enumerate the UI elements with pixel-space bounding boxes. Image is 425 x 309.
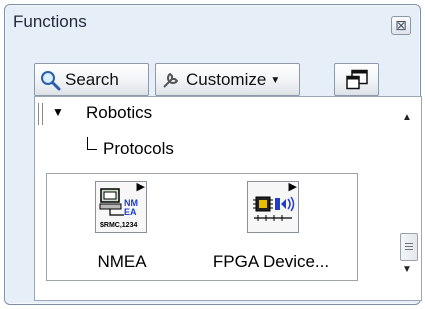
scroll-down-icon[interactable]: ▼	[402, 264, 412, 275]
vertical-scrollbar[interactable]: ▲ ▼	[399, 97, 421, 300]
close-icon: ⊠	[395, 17, 407, 33]
palette-item-label: FPGA Device...	[212, 252, 330, 271]
svg-text:EA: EA	[124, 207, 137, 217]
palette-toolbar: Search Customize ▼	[34, 63, 379, 96]
customize-button[interactable]: Customize ▼	[155, 63, 300, 96]
tree-branch-line	[87, 137, 97, 150]
grip-line	[405, 249, 413, 250]
restore-window-button[interactable]	[334, 63, 379, 96]
palette-icon-group: ▶ NM EA $RMC,1234 NMEA ▶ FPGA Device...	[46, 173, 358, 281]
grip-line	[405, 246, 413, 247]
expand-arrow-icon[interactable]: ▼	[52, 105, 64, 119]
palette-item-label: NMEA	[97, 252, 147, 271]
functions-palette-window: Functions ⊠ Search Customize ▼ ▼ Robotic…	[4, 4, 422, 305]
window-title: Functions	[13, 12, 87, 31]
palette-item-fpga-device[interactable]: ▶ FPGA Device...	[205, 174, 355, 280]
fpga-device-icon: ▶	[247, 181, 299, 233]
nmea-icon: ▶ NM EA $RMC,1234	[95, 181, 147, 233]
category-robotics[interactable]: Robotics	[86, 103, 152, 123]
search-button-label: Search	[65, 70, 119, 89]
tree-drag-handle[interactable]	[38, 103, 43, 125]
search-button[interactable]: Search	[34, 63, 149, 96]
subpalette-arrow-icon: ▶	[136, 181, 145, 193]
wrench-icon	[163, 72, 178, 88]
palette-content-pane: ▼ Robotics Protocols ▶ NM EA $RMC,1234 N…	[34, 96, 422, 301]
restore-window-icon	[345, 69, 368, 89]
subpalette-arrow-icon: ▶	[288, 181, 297, 193]
palette-item-nmea[interactable]: ▶ NM EA $RMC,1234 NMEA	[47, 174, 197, 280]
close-button[interactable]: ⊠	[391, 16, 411, 35]
customize-button-label: Customize	[186, 70, 267, 89]
subcategory-protocols[interactable]: Protocols	[103, 139, 174, 159]
magnifier-icon	[41, 70, 61, 90]
svg-text:$RMC,1234: $RMC,1234	[100, 222, 137, 229]
scroll-up-icon[interactable]: ▲	[402, 112, 412, 123]
grip-line	[405, 243, 413, 244]
scroll-thumb[interactable]	[400, 233, 418, 261]
chevron-down-icon: ▼	[270, 75, 281, 86]
